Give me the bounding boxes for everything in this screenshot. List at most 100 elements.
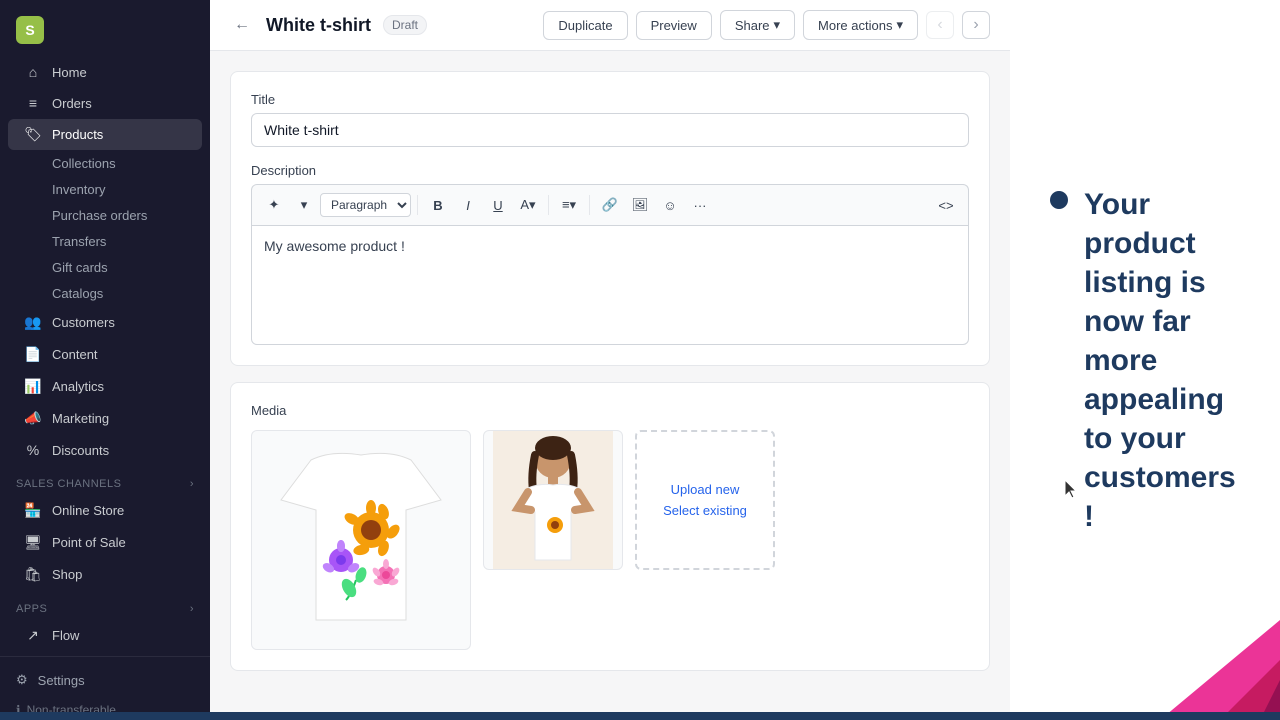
underline-button[interactable]: U [484, 191, 512, 219]
share-label: Share [735, 18, 770, 33]
main-product-image[interactable] [251, 430, 471, 650]
italic-button[interactable]: I [454, 191, 482, 219]
preview-button[interactable]: Preview [636, 11, 712, 40]
sidebar-item-home[interactable]: Home [8, 57, 202, 87]
cursor-icon [1065, 480, 1081, 500]
more-actions-label: More actions [818, 18, 892, 33]
page-title: White t-shirt [266, 15, 371, 36]
content-label: Content [52, 347, 98, 362]
media-upload-box[interactable]: Upload new Select existing [635, 430, 775, 570]
shop-label: Shop [52, 567, 82, 582]
shop-icon: 🛍 [24, 566, 42, 583]
transfers-label: Transfers [52, 234, 106, 249]
top-bar-actions: Duplicate Preview Share ▾ More actions ▾… [543, 10, 990, 40]
next-button[interactable]: › [962, 11, 990, 39]
apps-label: Apps [16, 603, 47, 615]
orders-icon: ≡ [24, 95, 42, 111]
sidebar-navigation: Home ≡ Orders 🏷 Products Collections Inv… [0, 52, 210, 656]
duplicate-button[interactable]: Duplicate [543, 11, 627, 40]
media-card: Media [230, 382, 990, 671]
form-area: Title Description ✦ ▾ Paragraph B [210, 51, 1010, 691]
align-button[interactable]: ≡▾ [555, 191, 583, 219]
sales-channels-label: Sales channels [16, 478, 121, 490]
sidebar-item-customers[interactable]: 👥 Customers [8, 307, 202, 338]
sidebar-item-marketing[interactable]: 📣 Marketing [8, 403, 202, 434]
sidebar-item-transfers[interactable]: Transfers [8, 229, 202, 254]
online-store-icon: 🏪 [24, 502, 42, 519]
sidebar-item-products-label: Products [52, 127, 103, 142]
sidebar-item-shop[interactable]: 🛍 Shop [8, 559, 202, 590]
description-text: My awesome product ! [264, 238, 405, 254]
collections-label: Collections [52, 156, 116, 171]
link-button[interactable]: 🔗 [596, 191, 624, 219]
sidebar-item-point-of-sale[interactable]: 🖥 Point of Sale [8, 527, 202, 558]
flow-label: Flow [52, 628, 79, 643]
description-editor[interactable]: My awesome product ! [251, 225, 969, 345]
sidebar-item-orders[interactable]: ≡ Orders [8, 88, 202, 118]
more-actions-chevron-icon: ▾ [896, 17, 903, 33]
sidebar-item-inventory[interactable]: Inventory [8, 177, 202, 202]
sidebar-item-orders-label: Orders [52, 96, 92, 111]
sidebar-item-discounts[interactable]: % Discounts [8, 435, 202, 465]
settings-label: Settings [38, 673, 85, 688]
title-input[interactable] [251, 113, 969, 147]
image-button[interactable]: 🖼 [626, 191, 654, 219]
customers-icon: 👥 [24, 314, 42, 331]
sidebar-item-collections[interactable]: Collections [8, 151, 202, 176]
purchase-orders-label: Purchase orders [52, 208, 147, 223]
toolbar-format-dropdown[interactable]: ▾ [290, 191, 318, 219]
sidebar-item-flow[interactable]: ↗ Flow [8, 620, 202, 651]
content-split: ← White t-shirt Draft Duplicate Preview … [210, 0, 1280, 720]
settings-item[interactable]: ⚙ Settings [8, 665, 202, 695]
more-button[interactable]: ··· [686, 191, 714, 219]
text-color-button[interactable]: A▾ [514, 191, 542, 219]
promo-text: Your product listing is now far more app… [1084, 185, 1240, 536]
inventory-label: Inventory [52, 182, 105, 197]
sidebar-item-content[interactable]: 📄 Content [8, 339, 202, 370]
description-label: Description [251, 163, 969, 178]
content-icon: 📄 [24, 346, 42, 363]
discounts-icon: % [24, 442, 42, 458]
customers-label: Customers [52, 315, 115, 330]
catalogs-label: Catalogs [52, 286, 103, 301]
sales-channels-expand-icon[interactable]: › [190, 478, 194, 490]
flow-icon: ↗ [24, 627, 42, 644]
toolbar-format-btn[interactable]: ✦ [260, 191, 288, 219]
products-icon: 🏷 [24, 126, 42, 143]
sales-channels-section: Sales channels › [0, 466, 210, 494]
share-button[interactable]: Share ▾ [720, 10, 795, 40]
sidebar-item-home-label: Home [52, 65, 87, 80]
online-store-label: Online Store [52, 503, 124, 518]
more-actions-button[interactable]: More actions ▾ [803, 10, 918, 40]
decorative-triangles [1080, 560, 1280, 720]
back-button[interactable]: ← [230, 12, 254, 38]
sidebar-item-products[interactable]: 🏷 Products [8, 119, 202, 150]
paragraph-select[interactable]: Paragraph [320, 193, 411, 217]
sidebar-item-catalogs[interactable]: Catalogs [8, 281, 202, 306]
sidebar-item-analytics[interactable]: 📊 Analytics [8, 371, 202, 402]
sidebar-item-online-store[interactable]: 🏪 Online Store [8, 495, 202, 526]
analytics-label: Analytics [52, 379, 104, 394]
upload-new-label[interactable]: Upload new [671, 482, 740, 497]
top-bar: ← White t-shirt Draft Duplicate Preview … [210, 0, 1010, 51]
marketing-icon: 📣 [24, 410, 42, 427]
pos-icon: 🖥 [24, 534, 42, 551]
sidebar-item-purchase-orders[interactable]: Purchase orders [8, 203, 202, 228]
model-product-image[interactable] [483, 430, 623, 570]
marketing-label: Marketing [52, 411, 109, 426]
editor-panel: ← White t-shirt Draft Duplicate Preview … [210, 0, 1010, 720]
toolbar-divider-3 [589, 195, 590, 215]
select-existing-label[interactable]: Select existing [663, 503, 747, 518]
sidebar-item-gift-cards[interactable]: Gift cards [8, 255, 202, 280]
media-label: Media [251, 403, 969, 418]
code-button[interactable]: <> [932, 191, 960, 219]
sidebar: S Home ≡ Orders 🏷 Products Collections I… [0, 0, 210, 720]
media-grid: Upload new Select existing [251, 430, 969, 650]
bottom-bar [0, 712, 1280, 720]
sidebar-logo: S [0, 0, 210, 52]
apps-expand-icon[interactable]: › [190, 603, 194, 615]
bold-button[interactable]: B [424, 191, 452, 219]
prev-button[interactable]: ‹ [926, 11, 954, 39]
shopify-logo-icon: S [16, 16, 44, 44]
emoji-button[interactable]: ☺ [656, 191, 684, 219]
